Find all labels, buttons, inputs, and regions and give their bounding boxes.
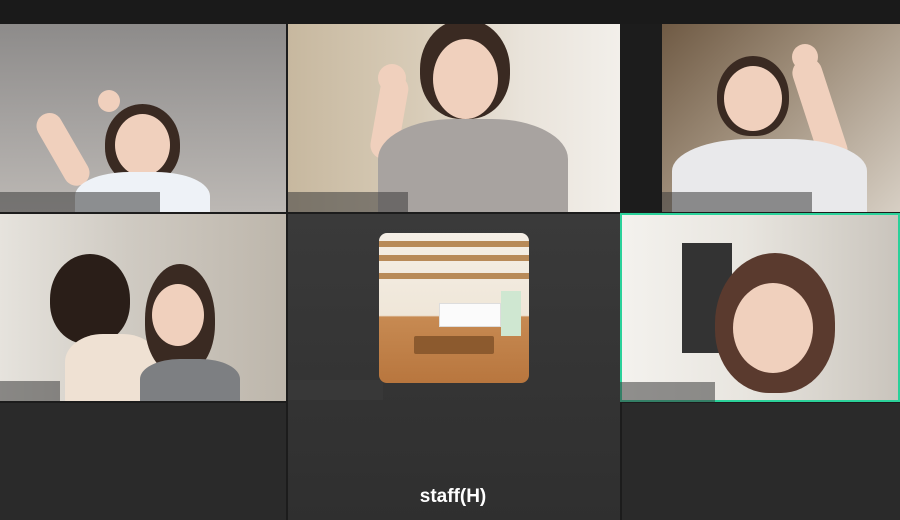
- participant-figure: [140, 264, 250, 401]
- participant-figure: [672, 44, 900, 212]
- video-tile-p3[interactable]: [662, 24, 900, 212]
- participant-name-label: staff(H): [419, 486, 487, 507]
- video-tile-p1[interactable]: [0, 24, 286, 212]
- participant-figure: [338, 24, 598, 212]
- empty-area-left: [0, 403, 286, 520]
- name-label-strip: [662, 192, 812, 212]
- video-tile-p6-active-speaker[interactable]: [620, 213, 900, 402]
- name-label-strip: [288, 192, 408, 212]
- profile-picture-room: [379, 233, 529, 383]
- empty-area-right: [622, 403, 900, 520]
- video-tile-p2[interactable]: [288, 24, 620, 212]
- name-label-strip: [0, 192, 160, 212]
- top-bar: [0, 0, 900, 24]
- participant-figure: [705, 253, 865, 402]
- name-label-strip: [620, 382, 715, 402]
- name-label-strip: [0, 381, 60, 401]
- name-label-strip: [288, 380, 383, 400]
- video-tile-p4[interactable]: [0, 214, 286, 401]
